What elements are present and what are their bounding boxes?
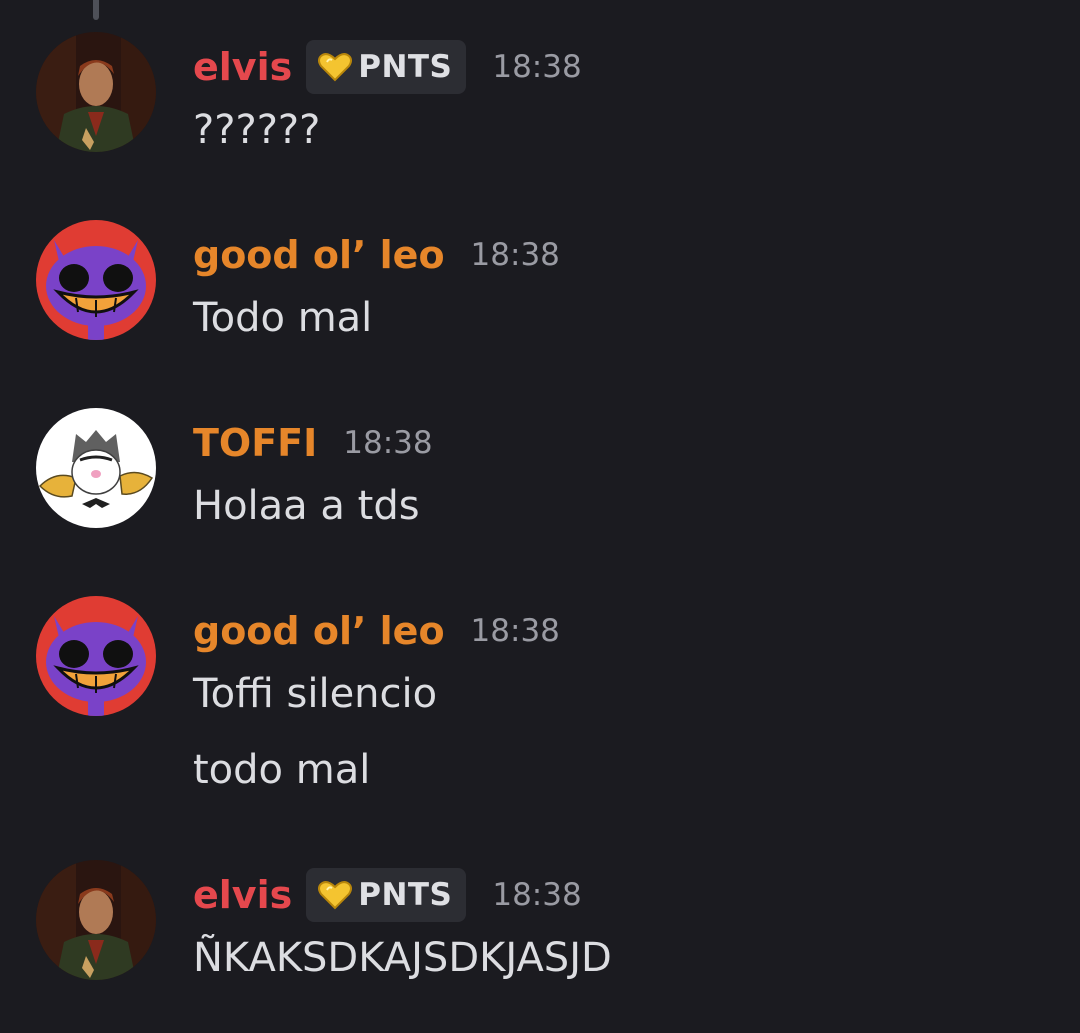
message-text: Holaa a tds	[193, 483, 420, 529]
timestamp[interactable]: 18:38	[471, 613, 560, 649]
message-text: todo mal	[193, 747, 371, 793]
elvis-avatar-icon[interactable]	[36, 860, 156, 980]
server-tag-badge[interactable]: PNTS	[306, 868, 467, 922]
message-text: Todo mal	[193, 295, 373, 341]
heart-icon	[318, 53, 353, 82]
server-tag-badge[interactable]: PNTS	[306, 40, 467, 94]
username[interactable]: good ol’ leo	[193, 608, 445, 654]
username[interactable]: elvis	[193, 44, 292, 90]
timestamp[interactable]: 18:38	[471, 237, 560, 273]
message-text: ??????	[193, 107, 321, 153]
message-text: Toffi silencio	[193, 671, 438, 717]
heart-icon	[318, 881, 353, 910]
message-text: ÑKAKSDKAJSDKJASJD	[193, 935, 612, 981]
timestamp[interactable]: 18:38	[343, 425, 432, 461]
timestamp[interactable]: 18:38	[492, 49, 581, 85]
reply-thread-line	[93, 0, 99, 20]
username[interactable]: TOFFI	[193, 420, 317, 466]
toffi-avatar-icon[interactable]	[36, 408, 156, 528]
username[interactable]: elvis	[193, 872, 292, 918]
timestamp[interactable]: 18:38	[492, 877, 581, 913]
elvis-avatar-icon[interactable]	[36, 32, 156, 152]
server-tag-label: PNTS	[358, 49, 453, 85]
jax-avatar-icon[interactable]	[36, 220, 156, 340]
username[interactable]: good ol’ leo	[193, 232, 445, 278]
jax-avatar-icon[interactable]	[36, 596, 156, 716]
server-tag-label: PNTS	[358, 877, 453, 913]
